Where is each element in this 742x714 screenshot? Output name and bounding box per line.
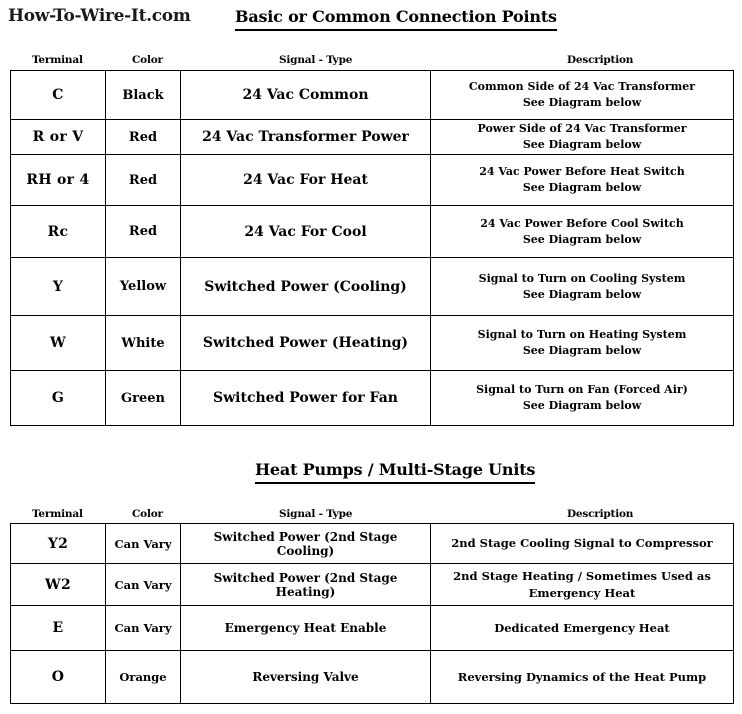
cell-description: Signal to Turn on Heating System See Diag… [430, 315, 734, 371]
cell-color: Can Vary [105, 523, 181, 564]
cell-terminal: Y [10, 257, 106, 316]
cell-description: Signal to Turn on Fan (Forced Air) See Di… [430, 370, 734, 426]
column-headers-basic: Terminal Color Signal - Type Description [0, 54, 742, 70]
cell-color: Can Vary [105, 605, 181, 651]
description-line-1: Signal to Turn on Heating System [477, 328, 687, 342]
table-row: R or V Red 24 Vac Transformer Power Powe… [10, 119, 734, 155]
table-row: Y2 Can Vary Switched Power (2nd Stage Co… [10, 523, 734, 564]
cell-description: 24 Vac Power Before Heat Switch See Diagr… [430, 154, 734, 206]
table-row: O Orange Reversing Valve Reversing Dynam… [10, 650, 734, 704]
column-header-signal-type: Signal - Type [279, 508, 353, 520]
column-header-color: Color [132, 508, 163, 520]
cell-signal-type: 24 Vac Transformer Power [180, 119, 431, 155]
column-header-description: Description [567, 54, 634, 66]
cell-terminal: Rc [10, 205, 106, 258]
description-line-2: See Diagram below [522, 232, 642, 246]
cell-signal-type: Reversing Valve [180, 650, 431, 704]
cell-signal-type: 24 Vac For Cool [180, 205, 431, 258]
description-line-2: See Diagram below [522, 399, 642, 412]
cell-color: White [105, 315, 181, 371]
section-title-heat-pumps: Heat Pumps / Multi-Stage Units [255, 460, 535, 484]
cell-description: Dedicated Emergency Heat [430, 605, 734, 651]
cell-terminal: R or V [10, 119, 106, 155]
cell-description: Reversing Dynamics of the Heat Pump [430, 650, 734, 704]
column-header-color: Color [132, 54, 163, 66]
cell-description: Common Side of 24 Vac Transformer See Dia… [430, 70, 734, 120]
section-title-basic: Basic or Common Connection Points [235, 7, 557, 31]
description-line-2: See Diagram below [522, 96, 642, 109]
cell-description: 2nd Stage Cooling Signal to Compressor [430, 523, 734, 564]
cell-terminal: W2 [10, 563, 106, 606]
cell-terminal: O [10, 650, 106, 704]
heat-pump-connection-points-table: Y2 Can Vary Switched Power (2nd Stage Co… [10, 523, 734, 704]
basic-connection-points-table: C Black 24 Vac Common Common Side of 24 … [10, 70, 734, 426]
table-row: C Black 24 Vac Common Common Side of 24 … [10, 70, 734, 120]
cell-signal-type: Switched Power (2nd Stage Cooling) [180, 523, 431, 564]
cell-color: Red [105, 205, 181, 258]
cell-signal-type: 24 Vac Common [180, 70, 431, 120]
cell-signal-type: Switched Power (Cooling) [180, 257, 431, 316]
description-line-2: See Diagram below [522, 181, 642, 194]
column-headers-heat-pumps: Terminal Color Signal - Type Description [0, 508, 742, 524]
cell-terminal: C [10, 70, 106, 120]
site-brand: How-To-Wire-It.com [8, 6, 191, 26]
table-row: Rc Red 24 Vac For Cool 24 Vac Power Befo… [10, 205, 734, 258]
wiring-reference-page: How-To-Wire-It.com Basic or Common Conne… [0, 0, 742, 714]
cell-description: Signal to Turn on Cooling System See Diag… [430, 257, 734, 316]
description-line-1: Common Side of 24 Vac Transformer [468, 80, 696, 94]
description-line-1: Signal to Turn on Cooling System [478, 271, 686, 285]
cell-signal-type: Switched Power (2nd Stage Heating) [180, 563, 431, 606]
cell-color: Red [105, 154, 181, 206]
cell-signal-type: Emergency Heat Enable [180, 605, 431, 651]
cell-terminal: W [10, 315, 106, 371]
cell-terminal: E [10, 605, 106, 651]
cell-signal-type: Switched Power (Heating) [180, 315, 431, 371]
column-header-description: Description [567, 508, 634, 520]
column-header-terminal: Terminal [32, 54, 83, 66]
cell-description: Power Side of 24 Vac Transformer See Diag… [430, 119, 734, 155]
description-line-2: See Diagram below [522, 344, 642, 357]
cell-description: 24 Vac Power Before Cool Switch See Diagr… [430, 205, 734, 258]
cell-signal-type: Switched Power for Fan [180, 370, 431, 426]
table-row: G Green Switched Power for Fan Signal to… [10, 370, 734, 426]
table-row: W White Switched Power (Heating) Signal … [10, 315, 734, 371]
table-row: E Can Vary Emergency Heat Enable Dedicat… [10, 605, 734, 651]
cell-color: Red [105, 119, 181, 155]
column-header-terminal: Terminal [32, 508, 83, 520]
cell-terminal: RH or 4 [10, 154, 106, 206]
cell-signal-type: 24 Vac For Heat [180, 154, 431, 206]
cell-description: 2nd Stage Heating / Sometimes Used as Em… [430, 563, 734, 606]
column-header-signal-type: Signal - Type [279, 54, 353, 66]
table-row: Y Yellow Switched Power (Cooling) Signal… [10, 257, 734, 316]
description-line-1: Power Side of 24 Vac Transformer [477, 122, 687, 136]
cell-terminal: G [10, 370, 106, 426]
description-line-2: See Diagram below [522, 138, 642, 151]
cell-color: Can Vary [105, 563, 181, 606]
table-row: RH or 4 Red 24 Vac For Heat 24 Vac Power… [10, 154, 734, 206]
cell-color: Orange [105, 650, 181, 704]
description-line-1: 24 Vac Power Before Heat Switch [479, 165, 685, 179]
table-row: W2 Can Vary Switched Power (2nd Stage He… [10, 563, 734, 606]
description-line-2: See Diagram below [522, 287, 642, 301]
cell-terminal: Y2 [10, 523, 106, 564]
cell-color: Black [105, 70, 181, 120]
cell-color: Yellow [105, 257, 181, 316]
cell-color: Green [105, 370, 181, 426]
description-line-1: Signal to Turn on Fan (Forced Air) [476, 383, 688, 397]
description-line-1: 24 Vac Power Before Cool Switch [480, 216, 684, 230]
